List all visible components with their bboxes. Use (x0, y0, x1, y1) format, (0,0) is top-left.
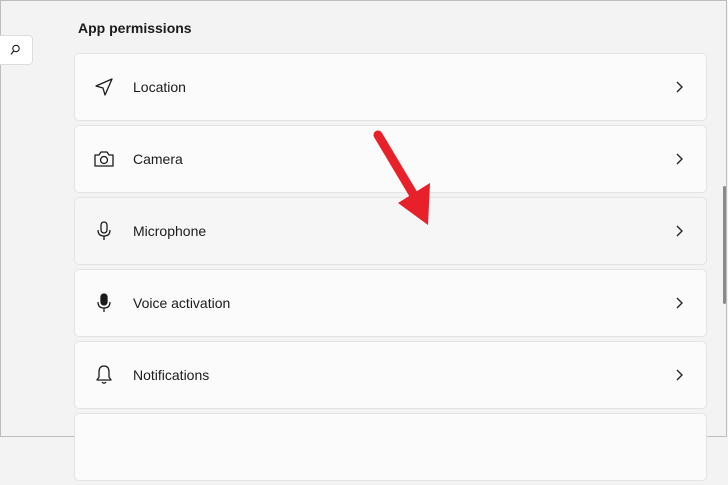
camera-icon (93, 148, 115, 170)
search-button[interactable] (0, 35, 33, 65)
permissions-list: Location Camera Microphone Voice activat… (74, 53, 707, 485)
microphone-icon (93, 220, 115, 242)
camera-permission-item[interactable]: Camera (74, 125, 707, 193)
chevron-right-icon (676, 225, 683, 237)
location-arrow-icon (93, 76, 115, 98)
scrollbar-thumb[interactable] (723, 186, 726, 304)
voice-activation-label: Voice activation (133, 295, 231, 311)
microphone-label: Microphone (133, 223, 207, 239)
microphone-permission-item[interactable]: Microphone (74, 197, 707, 265)
chevron-right-icon (676, 153, 683, 165)
search-icon (10, 44, 20, 55)
notifications-label: Notifications (133, 367, 210, 383)
camera-label: Camera (133, 151, 183, 167)
next-permission-item[interactable] (74, 413, 707, 481)
voice-activation-permission-item[interactable]: Voice activation (74, 269, 707, 337)
voice-microphone-icon (93, 292, 115, 314)
bell-icon (93, 364, 115, 386)
section-title: App permissions (78, 20, 192, 36)
chevron-right-icon (676, 369, 683, 381)
location-label: Location (133, 79, 186, 95)
chevron-right-icon (676, 297, 683, 309)
location-permission-item[interactable]: Location (74, 53, 707, 121)
chevron-right-icon (676, 81, 683, 93)
notifications-permission-item[interactable]: Notifications (74, 341, 707, 409)
